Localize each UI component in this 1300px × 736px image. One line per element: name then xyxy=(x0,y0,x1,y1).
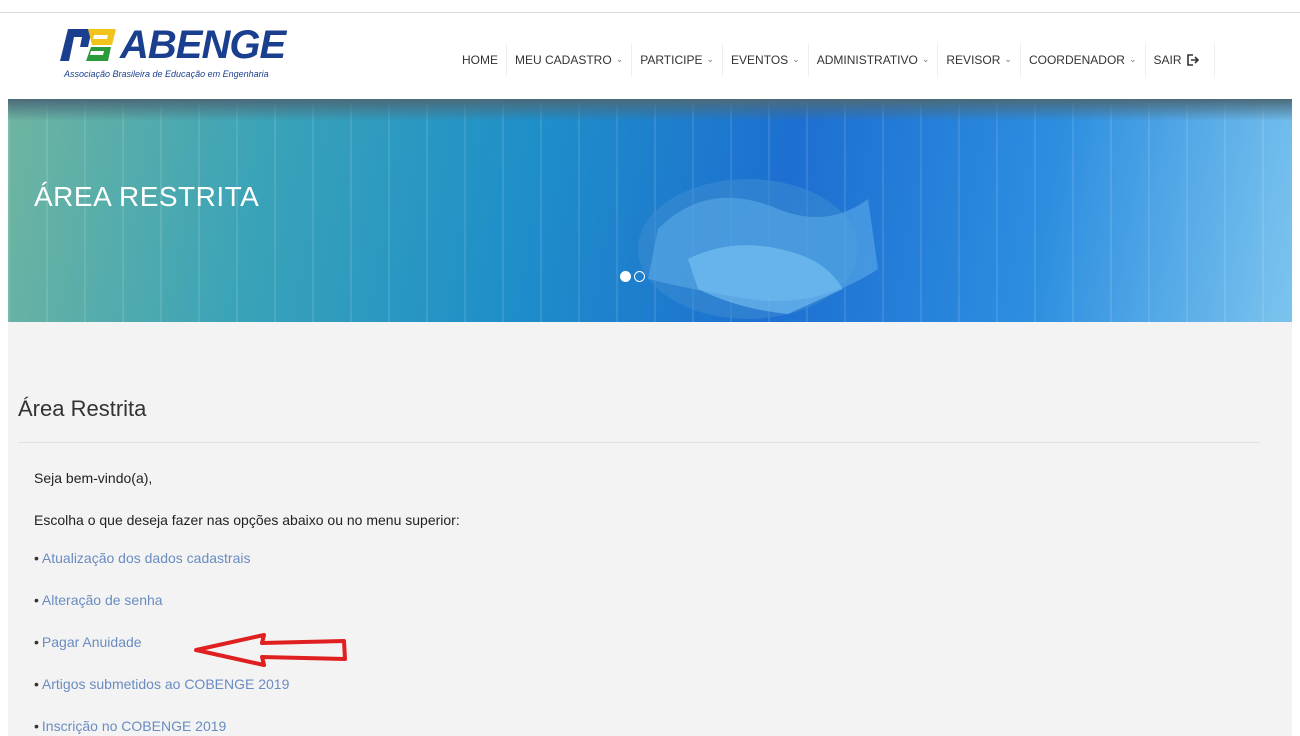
bullet: • xyxy=(34,718,39,734)
carousel-dot-2[interactable] xyxy=(634,271,645,282)
nav-eventos-label: EVENTOS xyxy=(731,53,789,67)
handshake-image xyxy=(638,179,878,319)
nav-revisor[interactable]: REVISOR ⌄ xyxy=(938,43,1021,77)
link-artigos-submetidos[interactable]: Artigos submetidos ao COBENGE 2019 xyxy=(42,676,289,692)
carousel-dots xyxy=(620,271,645,282)
nav-administrativo-label: ADMINISTRATIVO xyxy=(816,53,918,67)
nav-administrativo[interactable]: ADMINISTRATIVO ⌄ xyxy=(809,43,939,77)
logo-subtitle: Associação Brasileira de Educação em Eng… xyxy=(64,69,269,79)
title-divider xyxy=(18,442,1260,443)
instruction-text: Escolha o que deseja fazer nas opções ab… xyxy=(34,512,460,528)
logo-text: ABENGE xyxy=(120,23,286,67)
abenge-logo[interactable]: ABENGE Associação Brasileira de Educação… xyxy=(58,21,318,91)
list-item: • Atualização dos dados cadastrais xyxy=(34,550,289,592)
list-item: • Alteração de senha xyxy=(34,592,289,634)
banner-title: ÁREA RESTRITA xyxy=(34,181,260,212)
logo-mark-icon xyxy=(60,29,116,61)
chevron-down-icon: ⌄ xyxy=(921,53,930,64)
main-content: Área Restrita Seja bem-vindo(a), Escolha… xyxy=(8,322,1292,736)
hero-banner: ÁREA RESTRITA xyxy=(8,99,1292,322)
chevron-down-icon: ⌄ xyxy=(792,53,800,64)
chevron-down-icon: ⌄ xyxy=(706,53,715,64)
nav-coordenador-label: COORDENADOR xyxy=(1028,53,1125,67)
bullet: • xyxy=(34,634,39,650)
carousel-dot-1[interactable] xyxy=(620,271,631,282)
bullet: • xyxy=(34,592,39,608)
list-item: • Artigos submetidos ao COBENGE 2019 xyxy=(34,676,289,718)
welcome-text: Seja bem-vindo(a), xyxy=(34,470,153,486)
link-pagar-anuidade[interactable]: Pagar Anuidade xyxy=(42,634,142,650)
link-inscricao-cobenge[interactable]: Inscrição no COBENGE 2019 xyxy=(42,718,226,734)
nav-meu-cadastro-label: MEU CADASTRO xyxy=(515,53,612,67)
banner-shadow xyxy=(8,99,1292,121)
list-item: • Inscrição no COBENGE 2019 xyxy=(34,718,289,736)
nav-revisor-label: REVISOR xyxy=(946,53,1001,67)
bullet: • xyxy=(34,676,39,692)
nav-sair[interactable]: SAIR xyxy=(1146,43,1215,77)
nav-coordenador[interactable]: COORDENADOR ⌄ xyxy=(1021,43,1146,77)
chevron-down-icon: ⌄ xyxy=(615,53,624,64)
red-arrow-annotation-icon xyxy=(194,633,347,667)
link-atualizacao-dados[interactable]: Atualização dos dados cadastrais xyxy=(42,550,251,566)
chevron-down-icon: ⌄ xyxy=(1128,53,1137,64)
nav-eventos[interactable]: EVENTOS ⌄ xyxy=(723,43,809,77)
chevron-down-icon: ⌄ xyxy=(1004,53,1012,64)
nav-participe[interactable]: PARTICIPE ⌄ xyxy=(632,43,724,77)
nav-home-label: HOME xyxy=(462,53,498,67)
nav-sair-label: SAIR xyxy=(1153,53,1182,67)
site-header: ABENGE Associação Brasileira de Educação… xyxy=(8,13,1292,99)
bullet: • xyxy=(34,550,39,566)
link-alteracao-senha[interactable]: Alteração de senha xyxy=(42,592,163,608)
sign-out-icon xyxy=(1186,54,1199,66)
nav-participe-label: PARTICIPE xyxy=(640,53,703,67)
main-nav: HOME MEU CADASTRO ⌄ PARTICIPE ⌄ EVENTOS ⌄ A… xyxy=(454,43,1215,77)
nav-home[interactable]: HOME xyxy=(454,43,507,77)
page-title: Área Restrita xyxy=(18,396,147,421)
nav-meu-cadastro[interactable]: MEU CADASTRO ⌄ xyxy=(507,43,633,77)
